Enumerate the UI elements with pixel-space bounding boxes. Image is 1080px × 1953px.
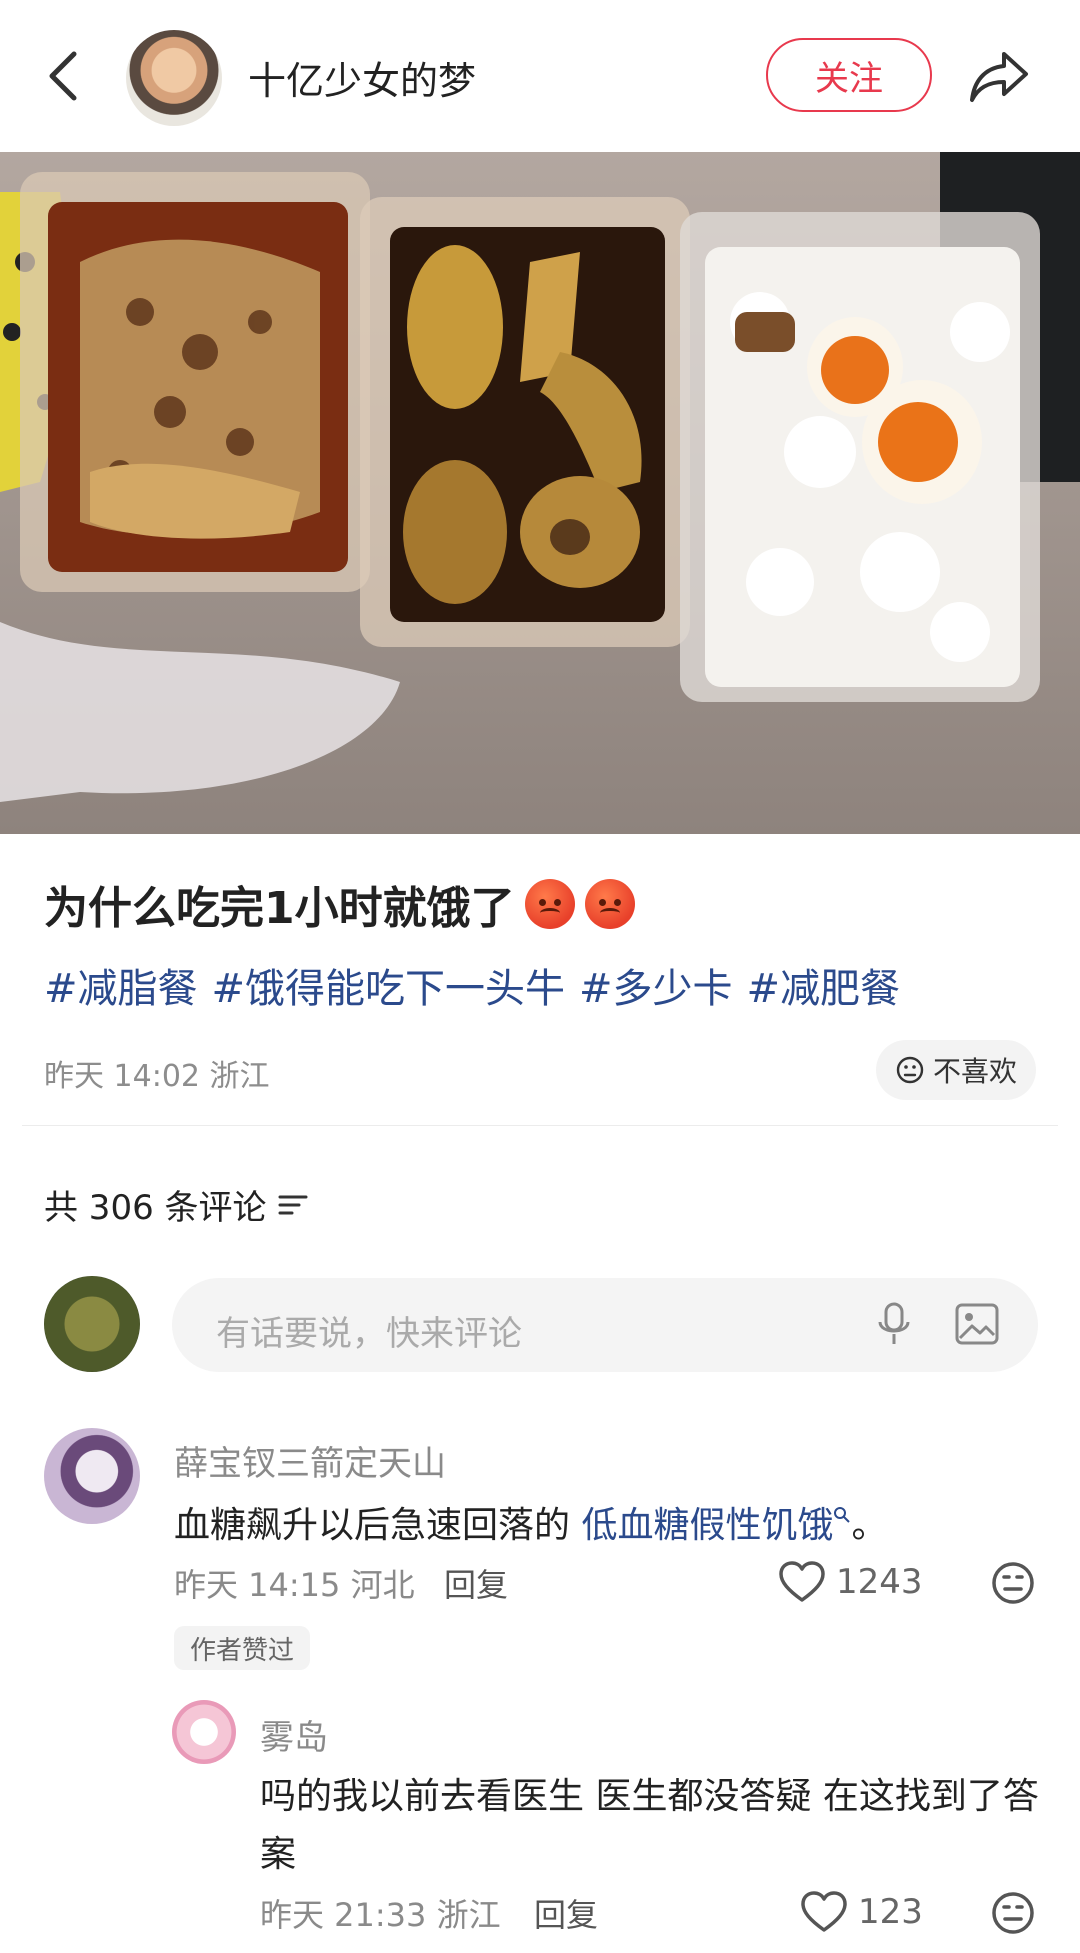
author-name[interactable]: 十亿少女的梦 <box>248 50 476 105</box>
microphone-icon[interactable] <box>874 1300 914 1350</box>
author-avatar[interactable] <box>126 30 222 126</box>
neutral-face-icon[interactable] <box>990 1890 1036 1936</box>
sort-icon[interactable] <box>277 1191 309 1219</box>
image-icon[interactable] <box>954 1302 1000 1346</box>
post-photo[interactable] <box>0 152 1080 834</box>
tag-link[interactable]: #多少卡 <box>579 956 733 1014</box>
comment-count-text: 共 306 条评论 <box>44 1188 267 1228</box>
comment-meta: 昨天 21:33 浙江 <box>260 1896 501 1934</box>
like-count: 123 <box>858 1892 923 1932</box>
post-title: 为什么吃完1小时就饿了 <box>44 872 635 936</box>
neutral-face-icon <box>896 1056 924 1084</box>
like-count: 1243 <box>836 1562 923 1602</box>
dislike-button[interactable]: 不喜欢 <box>876 1040 1036 1100</box>
dislike-label: 不喜欢 <box>932 1055 1017 1088</box>
commenter-name[interactable]: 薛宝钗三箭定天山 <box>174 1436 446 1485</box>
tag-link[interactable]: #减肥餐 <box>747 956 901 1014</box>
comment-input-placeholder[interactable]: 有话要说，快来评论 <box>216 1306 522 1355</box>
back-arrow-icon[interactable] <box>44 48 84 104</box>
search-link[interactable]: 低血糖假性饥饿 <box>581 1505 851 1546</box>
reply-button[interactable]: 回复 <box>444 1560 508 1606</box>
comment-count: 共 306 条评论 <box>44 1180 309 1229</box>
my-avatar <box>44 1276 140 1372</box>
search-link-text[interactable]: 低血糖假性饥饿 <box>581 1505 833 1546</box>
neutral-face-icon[interactable] <box>990 1560 1036 1606</box>
tag-link[interactable]: #减脂餐 <box>44 956 198 1014</box>
comment-text: 血糖飙升以后急速回落的 低血糖假性饥饿。 <box>174 1496 887 1548</box>
comment-text: 吗的我以前去看医生 医生都没答疑 在这找到了答案 <box>260 1776 1039 1875</box>
comment-text-part: 。 <box>851 1505 888 1546</box>
comment-text-part: 血糖飙升以后急速回落的 <box>174 1505 582 1546</box>
reply-button[interactable]: 回复 <box>534 1890 598 1936</box>
share-icon[interactable] <box>968 46 1032 106</box>
post-meta: 昨天 14:02 浙江 <box>44 1059 270 1094</box>
follow-button[interactable]: 关注 <box>766 38 932 112</box>
author-liked-badge: 作者赞过 <box>174 1626 311 1670</box>
post-title-text: 为什么吃完1小时就饿了 <box>44 883 515 934</box>
commenter-avatar[interactable] <box>44 1428 140 1524</box>
tag-link[interactable]: #饿得能吃下一头牛 <box>212 956 566 1014</box>
comment-meta: 昨天 14:15 河北 <box>174 1566 415 1604</box>
tag-list: #减脂餐 #饿得能吃下一头牛 #多少卡 #减肥餐 <box>44 956 900 1014</box>
commenter-avatar[interactable] <box>172 1700 236 1764</box>
divider <box>22 1125 1058 1126</box>
angry-face-icon <box>524 879 575 929</box>
commenter-name[interactable]: 雾岛 <box>260 1710 328 1759</box>
angry-face-icon <box>584 879 635 929</box>
heart-icon[interactable] <box>800 1890 848 1934</box>
search-icon[interactable] <box>833 1506 851 1524</box>
heart-icon[interactable] <box>778 1560 826 1604</box>
